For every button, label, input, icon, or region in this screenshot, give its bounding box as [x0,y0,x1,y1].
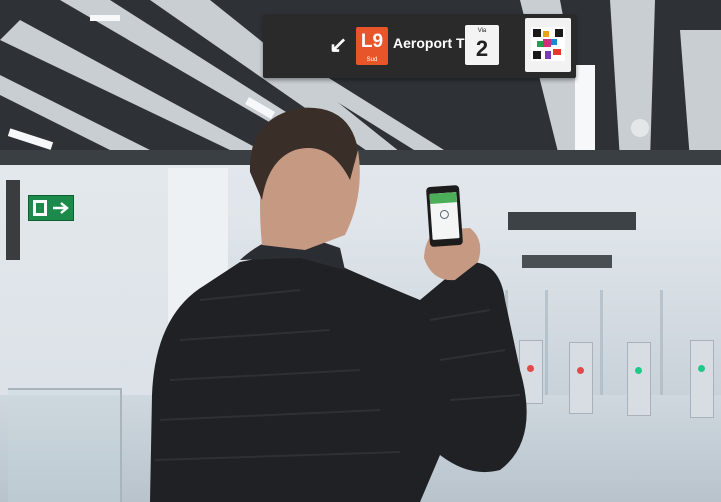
smartphone [425,184,464,248]
phone-screen [429,192,460,240]
app-icon [439,209,450,220]
person-with-phone [150,107,527,502]
app-header-bar [429,192,458,204]
metro-station-photo: ↙ L9 Sud Aeroport T1 Via 2 [0,0,721,502]
